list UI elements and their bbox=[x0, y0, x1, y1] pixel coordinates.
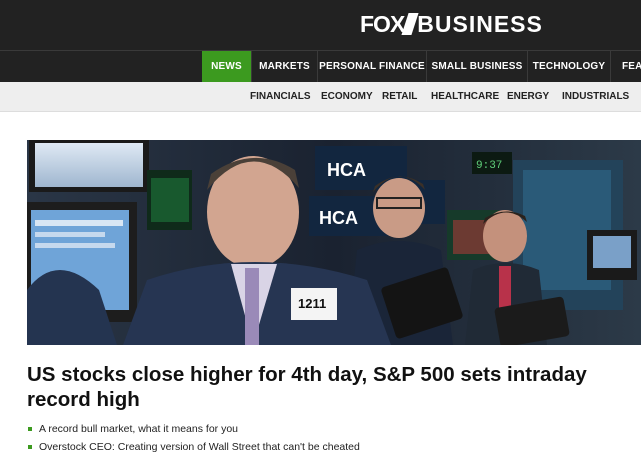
related-link[interactable]: Overstock CEO: Creating version of Wall … bbox=[27, 438, 360, 456]
hca-screen-text-1: HCA bbox=[327, 160, 366, 180]
related-link-text[interactable]: Overstock CEO: Creating version of Wall … bbox=[39, 441, 360, 453]
trader-badge-number: 1211 bbox=[298, 296, 326, 311]
hca-screen-text-2: HCA bbox=[319, 208, 358, 228]
bullet-square-icon bbox=[28, 427, 32, 431]
subnav-item-economy[interactable]: ECONOMY bbox=[321, 82, 373, 111]
hero-image[interactable]: HCA HCA 9:37 1211 bbox=[27, 140, 641, 345]
subnav-item-energy[interactable]: ENERGY bbox=[507, 82, 549, 111]
article-headline[interactable]: US stocks close higher for 4th day, S&P … bbox=[27, 362, 635, 412]
nav-item-small-business[interactable]: SMALL BUSINESS bbox=[427, 51, 527, 82]
subnav-item-industrials[interactable]: INDUSTRIALS bbox=[562, 82, 629, 111]
related-link[interactable]: A record bull market, what it means for … bbox=[27, 420, 360, 438]
svg-text:9:37: 9:37 bbox=[476, 160, 502, 172]
nav-item-features[interactable]: FEAT bbox=[622, 51, 641, 82]
secondary-nav: FINANCIALS ECONOMY RETAIL HEALTHCARE ENE… bbox=[0, 82, 641, 112]
nav-item-technology[interactable]: TECHNOLOGY bbox=[528, 51, 610, 82]
nav-item-news[interactable]: NEWS bbox=[202, 51, 251, 82]
primary-nav: NEWS MARKETS PERSONAL FINANCE SMALL BUSI… bbox=[0, 50, 641, 82]
logo-fox-text: FOX bbox=[360, 10, 405, 37]
subnav-item-retail[interactable]: RETAIL bbox=[382, 82, 417, 111]
logo-business-text: BUSINESS bbox=[417, 10, 543, 37]
subnav-item-financials[interactable]: FINANCIALS bbox=[250, 82, 311, 111]
nav-item-markets[interactable]: MARKETS bbox=[252, 51, 317, 82]
nav-item-personal-finance[interactable]: PERSONAL FINANCE bbox=[318, 51, 426, 82]
trading-floor-photo: HCA HCA 9:37 1211 bbox=[27, 140, 641, 345]
bullet-square-icon bbox=[28, 445, 32, 449]
related-links-list: A record bull market, what it means for … bbox=[27, 420, 360, 456]
fox-business-logo[interactable]: FOX BUSINESS bbox=[360, 9, 543, 39]
related-link-text[interactable]: A record bull market, what it means for … bbox=[39, 423, 238, 435]
subnav-item-healthcare[interactable]: HEALTHCARE bbox=[431, 82, 499, 111]
nav-divider bbox=[610, 51, 611, 82]
site-header: FOX BUSINESS bbox=[0, 0, 641, 50]
